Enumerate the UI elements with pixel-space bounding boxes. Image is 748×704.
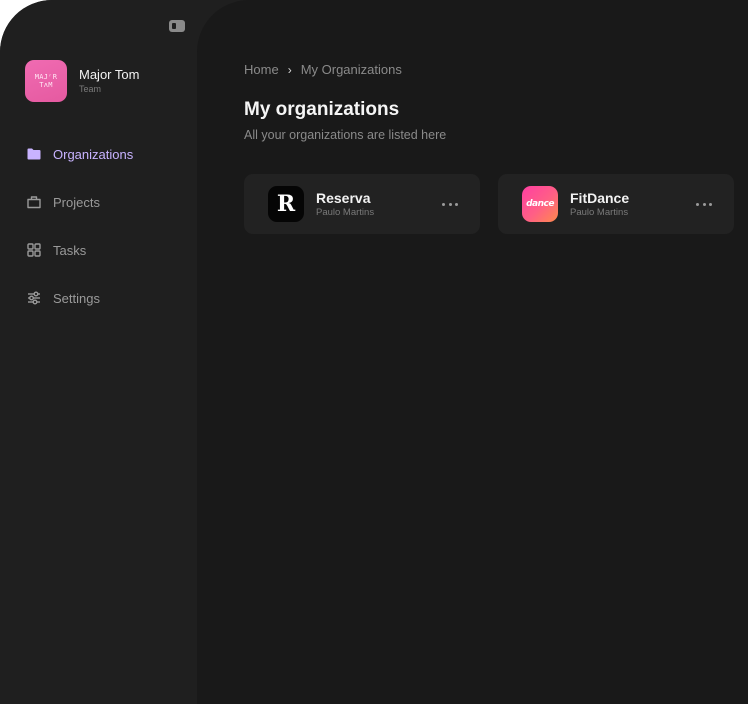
- sidebar-toggle-icon[interactable]: [169, 20, 185, 32]
- organization-card-text: FitDance Paulo Martins: [570, 190, 629, 219]
- sidebar-nav: Organizations Projects Tasks Settings: [26, 144, 133, 336]
- avatar-text-line2: TʌM: [39, 81, 53, 89]
- organization-name: Reserva: [316, 189, 371, 206]
- fitdance-logo-text: dance: [526, 199, 554, 209]
- folder-icon: [26, 146, 42, 162]
- breadcrumb: Home › My Organizations: [244, 62, 402, 77]
- more-options-icon[interactable]: [696, 196, 712, 212]
- reserva-logo-letter: R: [276, 191, 296, 217]
- profile-header[interactable]: MAJʳR TʌM Major Tom Team: [25, 60, 139, 102]
- app-window: MAJʳR TʌM Major Tom Team Organizations P…: [0, 0, 748, 704]
- sliders-icon: [26, 290, 42, 306]
- organization-list: R Reserva Paulo Martins dance FitDance P…: [244, 174, 748, 234]
- organization-card-text: Reserva Paulo Martins: [316, 190, 374, 219]
- organization-owner: Paulo Martins: [570, 206, 629, 218]
- sidebar-item-organizations[interactable]: Organizations: [26, 144, 133, 164]
- sidebar: MAJʳR TʌM Major Tom Team Organizations P…: [0, 0, 197, 704]
- breadcrumb-current: My Organizations: [300, 62, 402, 77]
- page-subtitle: All your organizations are listed here: [244, 128, 447, 142]
- grid-icon: [26, 242, 42, 258]
- main-content: Home › My Organizations My organizations…: [197, 0, 748, 704]
- organization-card-reserva[interactable]: R Reserva Paulo Martins: [244, 174, 480, 234]
- briefcase-icon: [26, 194, 42, 210]
- breadcrumb-home[interactable]: Home: [244, 62, 279, 77]
- sidebar-item-tasks[interactable]: Tasks: [26, 240, 133, 260]
- sidebar-item-label: Organizations: [53, 146, 134, 162]
- sidebar-item-label: Projects: [53, 194, 100, 210]
- avatar-text-line1: MAJʳR: [34, 73, 58, 81]
- sidebar-item-label: Tasks: [53, 242, 87, 258]
- chevron-right-icon: ›: [287, 62, 292, 77]
- fitdance-logo-icon: dance: [522, 186, 558, 222]
- page-title: My organizations: [244, 99, 400, 120]
- sidebar-item-projects[interactable]: Projects: [26, 192, 133, 212]
- organization-card-fitdance[interactable]: dance FitDance Paulo Martins: [498, 174, 734, 234]
- profile-text: Major Tom Team: [79, 67, 139, 95]
- sidebar-item-label: Settings: [53, 290, 100, 306]
- organization-name: FitDance: [570, 189, 630, 206]
- organization-owner: Paulo Martins: [316, 206, 375, 218]
- profile-name: Major Tom: [79, 67, 140, 82]
- avatar: MAJʳR TʌM: [25, 60, 67, 102]
- more-options-icon[interactable]: [442, 196, 458, 212]
- sidebar-item-settings[interactable]: Settings: [26, 288, 133, 308]
- reserva-logo-icon: R: [268, 186, 304, 222]
- profile-role: Team: [79, 84, 102, 94]
